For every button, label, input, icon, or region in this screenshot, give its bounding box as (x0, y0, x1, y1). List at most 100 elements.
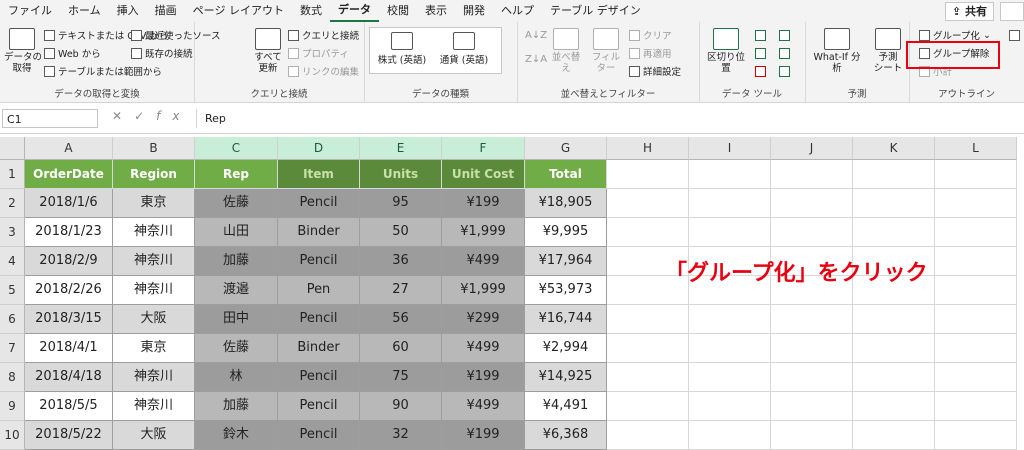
table-cell[interactable]: 神奈川 (113, 218, 195, 247)
queries-connections-button[interactable]: クエリと接続 (288, 28, 359, 42)
table-cell[interactable]: ¥199 (442, 421, 525, 450)
data-types-gallery[interactable]: 株式 (英語) 通貨 (英語) (369, 27, 502, 74)
row-header-1[interactable]: 1 (0, 160, 25, 189)
row-header-6[interactable]: 6 (0, 305, 25, 334)
table-cell[interactable]: 2018/3/15 (25, 305, 113, 334)
empty-cell[interactable] (689, 421, 771, 450)
table-cell[interactable]: 東京 (113, 189, 195, 218)
row-header-10[interactable]: 10 (0, 421, 25, 450)
table-cell[interactable]: 75 (360, 363, 442, 392)
existing-connections-button[interactable]: 既存の接続 (131, 46, 193, 60)
text-to-columns-button[interactable]: 区切り位置 (703, 28, 749, 74)
filter-button[interactable]: フィルター (589, 28, 623, 74)
empty-cell[interactable] (771, 363, 853, 392)
empty-cell[interactable] (607, 334, 689, 363)
menu-data[interactable]: データ (329, 0, 379, 22)
empty-cell[interactable] (607, 160, 689, 189)
table-cell[interactable]: ¥199 (442, 363, 525, 392)
table-header-cell[interactable]: Units (360, 160, 442, 189)
reapply-button[interactable]: 再適用 (629, 46, 672, 60)
column-header-h[interactable]: H (607, 137, 689, 160)
select-all-corner[interactable] (0, 137, 25, 160)
empty-cell[interactable] (935, 363, 1017, 392)
empty-cell[interactable] (935, 218, 1017, 247)
empty-cell[interactable] (607, 363, 689, 392)
table-cell[interactable]: 2018/5/5 (25, 392, 113, 421)
empty-cell[interactable] (935, 189, 1017, 218)
table-cell[interactable]: 神奈川 (113, 392, 195, 421)
column-header-a[interactable]: A (25, 137, 113, 160)
table-header-cell[interactable]: OrderDate (25, 160, 113, 189)
table-cell[interactable]: 神奈川 (113, 247, 195, 276)
table-cell[interactable]: ¥2,994 (525, 334, 607, 363)
row-header-4[interactable]: 4 (0, 247, 25, 276)
clear-button[interactable]: クリア (629, 28, 672, 42)
table-cell[interactable]: 神奈川 (113, 363, 195, 392)
table-cell[interactable]: 32 (360, 421, 442, 450)
cancel-icon[interactable]: ✕ (112, 109, 134, 123)
flash-fill-icon[interactable] (755, 30, 766, 41)
row-header-8[interactable]: 8 (0, 363, 25, 392)
table-cell[interactable]: ¥9,995 (525, 218, 607, 247)
fx-icon[interactable]: fx (156, 109, 191, 123)
empty-cell[interactable] (771, 421, 853, 450)
table-cell[interactable]: ¥1,999 (442, 218, 525, 247)
empty-cell[interactable] (771, 189, 853, 218)
column-header-e[interactable]: E (360, 137, 442, 160)
table-cell[interactable]: 林 (195, 363, 278, 392)
empty-cell[interactable] (689, 334, 771, 363)
row-header-9[interactable]: 9 (0, 392, 25, 421)
menu-page-layout[interactable]: ページ レイアウト (185, 0, 292, 22)
name-box[interactable]: C1 (2, 109, 98, 128)
table-cell[interactable]: 2018/4/18 (25, 363, 113, 392)
column-header-b[interactable]: B (113, 137, 195, 160)
table-cell[interactable]: 加藤 (195, 392, 278, 421)
table-cell[interactable]: ¥299 (442, 305, 525, 334)
table-cell[interactable]: ¥53,973 (525, 276, 607, 305)
remove-duplicates-icon[interactable] (755, 48, 766, 59)
advanced-button[interactable]: 詳細設定 (629, 64, 681, 78)
table-cell[interactable]: 2018/1/23 (25, 218, 113, 247)
table-header-cell[interactable]: Region (113, 160, 195, 189)
empty-cell[interactable] (853, 160, 935, 189)
table-cell[interactable]: ¥17,964 (525, 247, 607, 276)
empty-cell[interactable] (689, 363, 771, 392)
enter-icon[interactable]: ✓ (134, 109, 156, 123)
table-cell[interactable]: 60 (360, 334, 442, 363)
table-cell[interactable]: 95 (360, 189, 442, 218)
table-cell[interactable]: 渡邉 (195, 276, 278, 305)
table-cell[interactable]: ¥6,368 (525, 421, 607, 450)
table-cell[interactable]: 鈴木 (195, 421, 278, 450)
consolidate-icon[interactable] (779, 30, 790, 41)
empty-cell[interactable] (935, 334, 1017, 363)
table-cell[interactable]: 佐藤 (195, 189, 278, 218)
empty-cell[interactable] (689, 189, 771, 218)
empty-cell[interactable] (607, 421, 689, 450)
empty-cell[interactable] (771, 160, 853, 189)
table-cell[interactable]: Pencil (278, 305, 360, 334)
table-cell[interactable]: ¥4,491 (525, 392, 607, 421)
column-header-c[interactable]: C (195, 137, 278, 160)
refresh-all-button[interactable]: すべて 更新 (252, 28, 284, 74)
comment-icon[interactable] (1000, 2, 1024, 21)
table-cell[interactable]: 山田 (195, 218, 278, 247)
table-cell[interactable]: 大阪 (113, 421, 195, 450)
empty-cell[interactable] (853, 392, 935, 421)
empty-cell[interactable] (689, 305, 771, 334)
row-header-2[interactable]: 2 (0, 189, 25, 218)
table-header-cell[interactable]: Unit Cost (442, 160, 525, 189)
column-header-k[interactable]: K (853, 137, 935, 160)
sort-az-icon[interactable]: A↓Z (525, 30, 547, 41)
menu-draw[interactable]: 描画 (147, 0, 185, 22)
menu-formulas[interactable]: 数式 (292, 0, 330, 22)
table-cell[interactable]: Pencil (278, 247, 360, 276)
table-header-cell[interactable]: Item (278, 160, 360, 189)
menu-file[interactable]: ファイル (0, 0, 60, 22)
table-cell[interactable]: 2018/2/26 (25, 276, 113, 305)
empty-cell[interactable] (853, 218, 935, 247)
table-cell[interactable]: ¥1,999 (442, 276, 525, 305)
table-cell[interactable]: Pencil (278, 392, 360, 421)
data-validation-icon[interactable] (755, 66, 766, 77)
table-cell[interactable]: 2018/2/9 (25, 247, 113, 276)
table-cell[interactable]: Pencil (278, 363, 360, 392)
